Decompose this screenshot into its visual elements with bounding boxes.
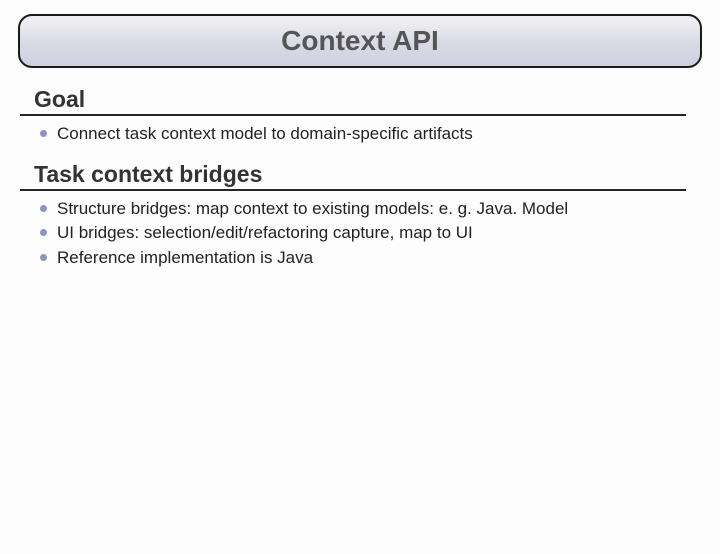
bullet-icon [40, 130, 47, 137]
title-bar: Context API [18, 14, 702, 68]
list-item: Reference implementation is Java [40, 246, 686, 271]
list-item: Structure bridges: map context to existi… [40, 197, 686, 222]
section-heading: Task context bridges [34, 161, 686, 189]
bullet-list: Structure bridges: map context to existi… [40, 197, 686, 271]
bullet-list: Connect task context model to domain-spe… [40, 122, 686, 147]
slide-body: Goal Connect task context model to domai… [0, 68, 720, 271]
bullet-icon [40, 205, 47, 212]
bullet-icon [40, 254, 47, 261]
slide: Context API Goal Connect task context mo… [0, 14, 720, 554]
list-item: UI bridges: selection/edit/refactoring c… [40, 221, 686, 246]
list-item-text: Reference implementation is Java [57, 246, 686, 271]
divider [20, 189, 686, 191]
section-heading: Goal [34, 86, 686, 114]
slide-title: Context API [281, 25, 439, 57]
bullet-icon [40, 229, 47, 236]
list-item: Connect task context model to domain-spe… [40, 122, 686, 147]
divider [20, 114, 686, 116]
list-item-text: Structure bridges: map context to existi… [57, 197, 686, 222]
list-item-text: Connect task context model to domain-spe… [57, 122, 686, 147]
list-item-text: UI bridges: selection/edit/refactoring c… [57, 221, 686, 246]
